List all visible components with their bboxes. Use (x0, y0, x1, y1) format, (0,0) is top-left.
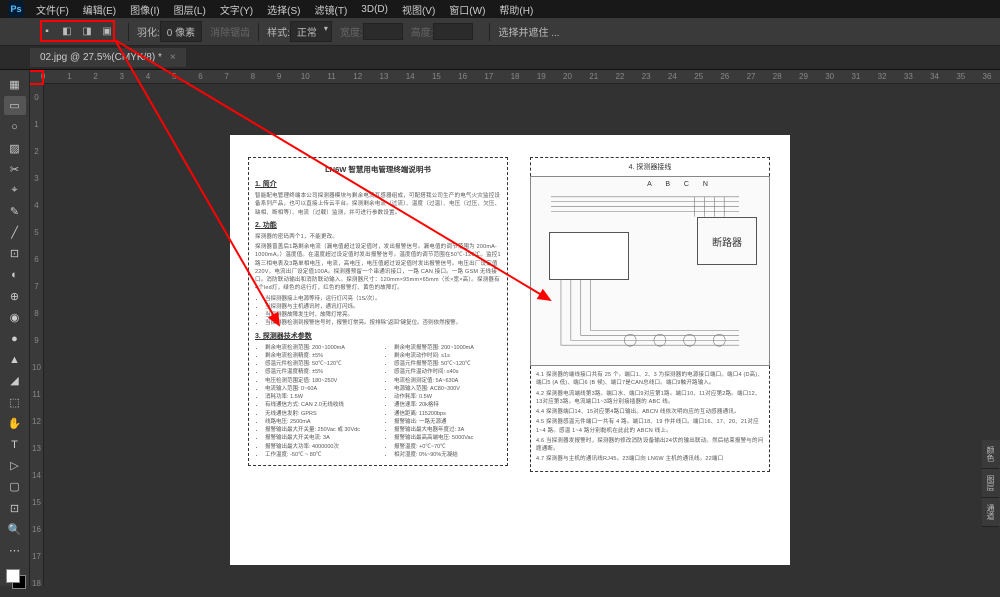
sec2-li: 当探测器检测到报警信号时，报警灯常亮。按排除“返回”键复位。否则依然报警。 (265, 319, 501, 327)
tool-16[interactable]: ✋ (4, 414, 26, 433)
menu-filter[interactable]: 滤镜(T) (315, 2, 348, 17)
notes-box: 4.1 探测器的端线接口共有 25 个。端口1、2、3 为探测器的电源接口端口。… (530, 366, 770, 472)
width-input (363, 23, 403, 40)
ruler-horizontal[interactable]: 0123456789101112131415161718192021222324… (30, 70, 1000, 84)
menu-edit[interactable]: 编辑(E) (83, 2, 116, 17)
color-swatches[interactable] (4, 567, 26, 586)
panel-tab[interactable]: 颜色 (982, 440, 999, 469)
tool-4[interactable]: ✂ (4, 160, 26, 179)
tool-22[interactable]: ⋯ (4, 541, 26, 560)
canvas[interactable]: LN6W 智慧用电管理终端说明书 1. 简介 智能配电管理终端本公司探测器模块与… (230, 135, 790, 565)
panel-tab[interactable]: 图层 (982, 469, 999, 498)
tool-17[interactable]: T (4, 435, 26, 454)
ruler-vertical[interactable]: 0123456789101112131415161718 (30, 84, 44, 586)
menu-window[interactable]: 窗口(W) (449, 2, 485, 17)
tool-10[interactable]: ⊕ (4, 287, 26, 306)
menu-help[interactable]: 帮助(H) (499, 2, 533, 17)
tool-18[interactable]: ▷ (4, 456, 26, 475)
sec1-heading: 1. 简介 (255, 179, 501, 189)
width-label: 宽度: (340, 24, 363, 39)
app-logo: Ps (8, 1, 24, 17)
sec2-li: 当探测器故障发生时，故障灯常亮。 (265, 311, 501, 319)
tool-21[interactable]: 🔍 (4, 520, 26, 539)
panel-dock[interactable]: 颜色 图层 通道 (982, 440, 1000, 527)
sec2-p2: 探测器曾盖后1路剩余电流（漏电值超过设定值时，发出报警信号。漏电值的调节范围为 … (255, 243, 501, 293)
tool-3[interactable]: ▨ (4, 139, 26, 158)
menu-image[interactable]: 图像(I) (130, 2, 159, 17)
close-icon[interactable]: × (170, 52, 176, 63)
tool-8[interactable]: ⊡ (4, 244, 26, 263)
tool-2[interactable]: ○ (4, 117, 26, 136)
tool-5[interactable]: ⌖ (4, 181, 26, 200)
sec1-p1: 智能配电管理终端本公司探测器模块与剩余电流互感器组成，可配搭我公司生产的电气火灾… (255, 192, 501, 217)
menu-layer[interactable]: 图层(L) (174, 2, 206, 17)
menu-3d[interactable]: 3D(D) (361, 4, 388, 15)
sec2-li: 当探测器接上电源等待，运行灯闪亮（1S/次）。 (265, 295, 501, 303)
select-and-mask-button[interactable]: 选择并遮住 ... (498, 24, 559, 39)
menu-type[interactable]: 文字(Y) (220, 2, 253, 17)
tab-title: 02.jpg @ 27.5%(CMYK/8) * (40, 52, 162, 63)
tool-14[interactable]: ◢ (4, 371, 26, 390)
tool-0[interactable]: ▦ (4, 75, 26, 94)
sec2-li: 当探测器与主机通讯时，通讯灯闪烁。 (265, 303, 501, 311)
sec4-heading: 4. 探测器接线 (530, 157, 770, 176)
menu-file[interactable]: 文件(F) (36, 2, 69, 17)
height-label: 高度: (411, 24, 434, 39)
tool-6[interactable]: ✎ (4, 202, 26, 221)
annotation-box-options (40, 20, 115, 42)
doc-title: LN6W 智慧用电管理终端说明书 (255, 164, 501, 175)
tool-11[interactable]: ◉ (4, 308, 26, 327)
menu-select[interactable]: 选择(S) (267, 2, 300, 17)
feather-label: 羽化: (137, 24, 160, 39)
document-content: LN6W 智慧用电管理终端说明书 1. 简介 智能配电管理终端本公司探测器模块与… (230, 135, 790, 565)
antialias-label: 消除锯齿 (210, 24, 250, 39)
feather-input[interactable]: 0 像素 (160, 21, 202, 42)
tool-palette: ▦ ▭ ○ ▨ ✂ ⌖ ✎ ╱ ⊡ ◐ ⊕ ◉ ● ▲ ◢ ⬚ ✋ T ▷ ▢ ⊡ 🔍 ⋯ (0, 70, 30, 586)
wiring-diagram: A B C N 断路器 (530, 176, 770, 366)
tool-20[interactable]: ⊡ (4, 498, 26, 517)
tab-02jpg[interactable]: 02.jpg @ 27.5%(CMYK/8) * × (30, 48, 186, 67)
tool-15[interactable]: ⬚ (4, 393, 26, 412)
height-input (433, 23, 473, 40)
style-select[interactable]: 正常 (290, 21, 332, 42)
style-label: 样式: (267, 24, 290, 39)
tool-7[interactable]: ╱ (4, 223, 26, 242)
sec2-heading: 2. 功能 (255, 220, 501, 230)
tool-9[interactable]: ◐ (4, 266, 26, 285)
sec3-heading: 3. 探测器技术参数 (255, 331, 501, 341)
document-tabs: 02.jpg @ 27.5%(CMYK/8) * × (0, 46, 1000, 70)
sec2-p1: 探测器的密码两个1，不能更改。 (255, 233, 501, 241)
tool-13[interactable]: ▲ (4, 350, 26, 369)
tool-1[interactable]: ▭ (4, 96, 26, 115)
tool-19[interactable]: ▢ (4, 477, 26, 496)
panel-tab[interactable]: 通道 (982, 498, 999, 527)
menu-bar: Ps 文件(F) 编辑(E) 图像(I) 图层(L) 文字(Y) 选择(S) 滤… (0, 0, 1000, 18)
menu-view[interactable]: 视图(V) (402, 2, 435, 17)
tool-12[interactable]: ● (4, 329, 26, 348)
options-bar: ▪ ◧ ◨ ▣ 羽化: 0 像素 消除锯齿 样式: 正常 宽度: 高度: 选择并… (0, 18, 1000, 46)
